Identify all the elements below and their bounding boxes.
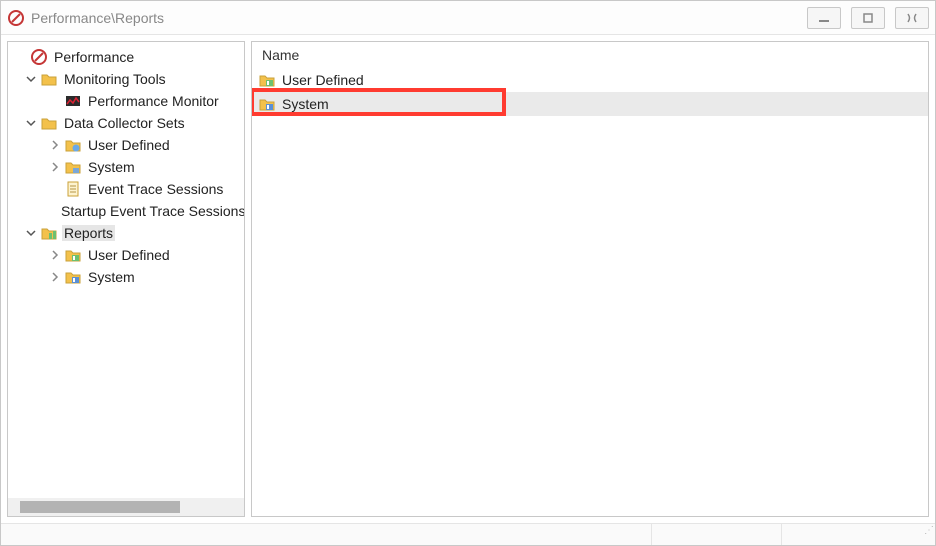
maximize-button[interactable]	[851, 7, 885, 29]
tree-label: Monitoring Tools	[62, 71, 168, 87]
report-folder-blue-icon	[258, 95, 276, 113]
report-folder-green-icon	[64, 246, 82, 264]
monitor-icon	[64, 92, 82, 110]
window-title: Performance\Reports	[31, 10, 807, 26]
resize-grip[interactable]: ⋰	[917, 527, 933, 543]
folder-icon	[40, 70, 58, 88]
expander-icon[interactable]	[48, 248, 62, 262]
list-panel: Name User Defined System	[251, 41, 929, 517]
tree-node-dcs-user-defined[interactable]: User Defined	[12, 134, 244, 156]
tree-node-startup-event-trace-sessions[interactable]: ▸ Startup Event Trace Sessions	[12, 200, 244, 222]
tree-label: System	[86, 159, 137, 175]
tree-label: User Defined	[86, 247, 172, 263]
scrollbar-thumb[interactable]	[20, 501, 180, 513]
statusbar: ⋰	[1, 523, 935, 545]
tree-label: Performance	[52, 49, 136, 65]
file-icon	[64, 180, 82, 198]
column-header-name[interactable]: Name	[262, 43, 299, 67]
reports-folder-icon	[40, 224, 58, 242]
tree-node-performance[interactable]: ▸ Performance	[12, 46, 244, 68]
list-body: User Defined System	[252, 68, 928, 516]
list-item-label: User Defined	[280, 72, 366, 88]
close-button[interactable]	[895, 7, 929, 29]
tree-label: System	[86, 269, 137, 285]
folder-user-icon	[64, 136, 82, 154]
expander-icon[interactable]	[24, 72, 38, 86]
tree-label: Reports	[62, 225, 115, 241]
report-folder-green-icon	[258, 71, 276, 89]
tree-node-performance-monitor[interactable]: ▸ Performance Monitor	[12, 90, 244, 112]
navigation-tree[interactable]: ▸ Performance Monitoring Tools	[8, 42, 244, 498]
list-item-user-defined[interactable]: User Defined	[252, 68, 928, 92]
tree-node-reports-user-defined[interactable]: User Defined	[12, 244, 244, 266]
titlebar: Performance\Reports	[1, 1, 935, 35]
tree-label: Data Collector Sets	[62, 115, 187, 131]
tree-node-reports-system[interactable]: System	[12, 266, 244, 288]
window-frame: Performance\Reports ▸ Perform	[0, 0, 936, 546]
window-controls	[807, 7, 929, 29]
tree-panel: ▸ Performance Monitoring Tools	[7, 41, 245, 517]
expander-icon[interactable]	[48, 160, 62, 174]
list-item-label: System	[280, 96, 331, 112]
tree-label: Event Trace Sessions	[86, 181, 225, 197]
tree-label: Startup Event Trace Sessions	[59, 203, 244, 219]
body: ▸ Performance Monitoring Tools	[1, 35, 935, 523]
list-item-system[interactable]: System	[252, 92, 928, 116]
minimize-button[interactable]	[807, 7, 841, 29]
horizontal-scrollbar[interactable]	[8, 498, 244, 516]
tree-node-data-collector-sets[interactable]: Data Collector Sets	[12, 112, 244, 134]
list-header[interactable]: Name	[252, 42, 928, 68]
expander-icon[interactable]	[48, 138, 62, 152]
tree-label: Performance Monitor	[86, 93, 221, 109]
expander-icon[interactable]	[24, 116, 38, 130]
app-icon	[7, 9, 25, 27]
tree-node-reports[interactable]: Reports	[12, 222, 244, 244]
expander-icon[interactable]	[48, 270, 62, 284]
expander-icon[interactable]	[24, 226, 38, 240]
folder-system-icon	[64, 158, 82, 176]
folder-icon	[40, 114, 58, 132]
tree-label: User Defined	[86, 137, 172, 153]
tree-node-event-trace-sessions[interactable]: ▸ Event Trace Sessions	[12, 178, 244, 200]
tree-node-dcs-system[interactable]: System	[12, 156, 244, 178]
report-folder-blue-icon	[64, 268, 82, 286]
tree-node-monitoring-tools[interactable]: Monitoring Tools	[12, 68, 244, 90]
perf-icon	[30, 48, 48, 66]
